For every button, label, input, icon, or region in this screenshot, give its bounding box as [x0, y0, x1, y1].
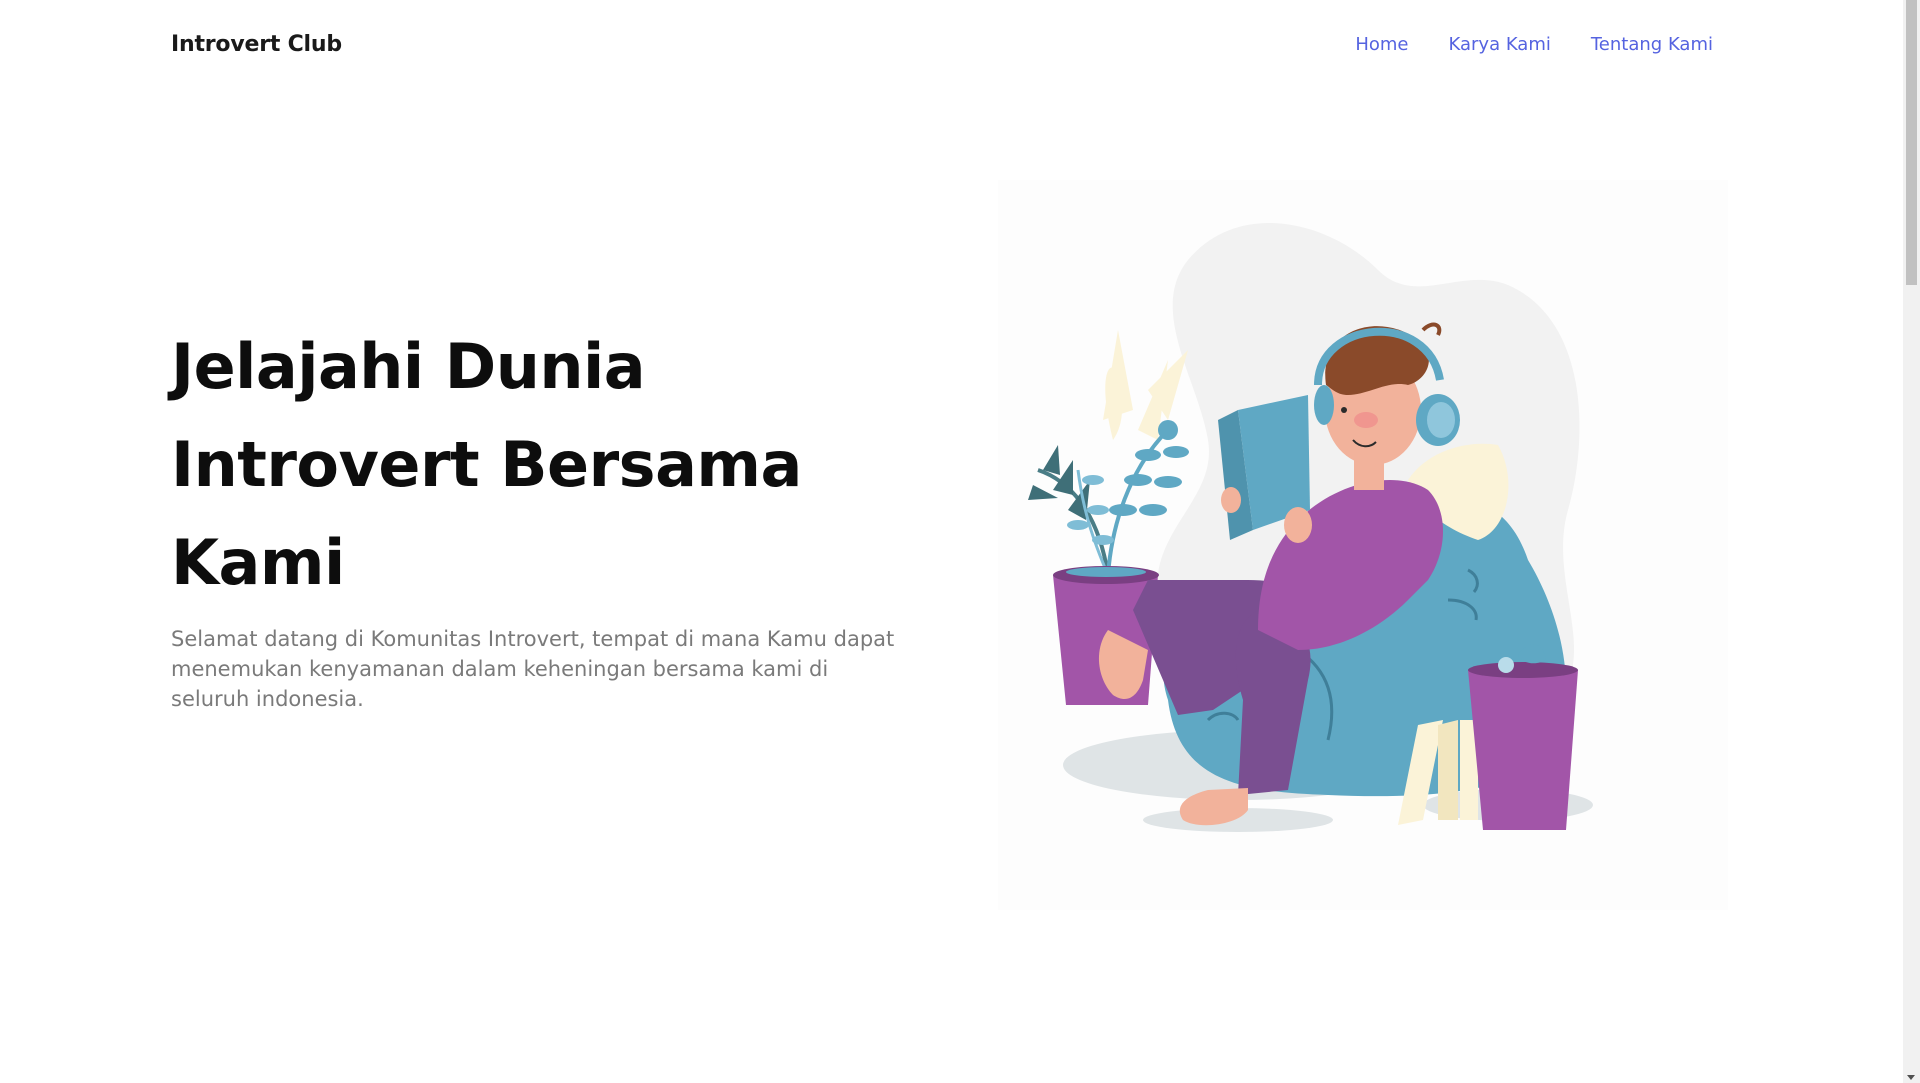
reading-person-illustration [1028, 222, 1593, 832]
hero-illustration [998, 180, 1728, 910]
page: Introvert Club Home Karya Kami Tentang K… [0, 0, 1903, 1083]
page-scrollbar[interactable] [1903, 0, 1920, 1083]
hero-text: Jelajahi Dunia Introvert Bersama Kami Se… [171, 318, 911, 714]
hero-title: Jelajahi Dunia Introvert Bersama Kami [171, 318, 911, 612]
hero-title-line-1: Jelajahi Dunia [171, 330, 646, 403]
nav-link-karya-kami[interactable]: Karya Kami [1449, 34, 1551, 55]
hero-title-line-2: Introvert Bersama [171, 428, 802, 501]
chevron-down-icon[interactable] [1907, 1075, 1915, 1080]
scrollbar-thumb[interactable] [1906, 0, 1917, 285]
hero-description: Selamat datang di Komunitas Introvert, t… [171, 627, 895, 711]
nav-link-home[interactable]: Home [1355, 34, 1408, 55]
hero-title-line-3: Kami [171, 526, 345, 599]
nav-links: Home Karya Kami Tentang Kami [1355, 34, 1713, 55]
navbar: Introvert Club Home Karya Kami Tentang K… [171, 26, 1713, 62]
nav-link-tentang-kami[interactable]: Tentang Kami [1591, 34, 1713, 55]
brand-logo[interactable]: Introvert Club [171, 32, 342, 57]
